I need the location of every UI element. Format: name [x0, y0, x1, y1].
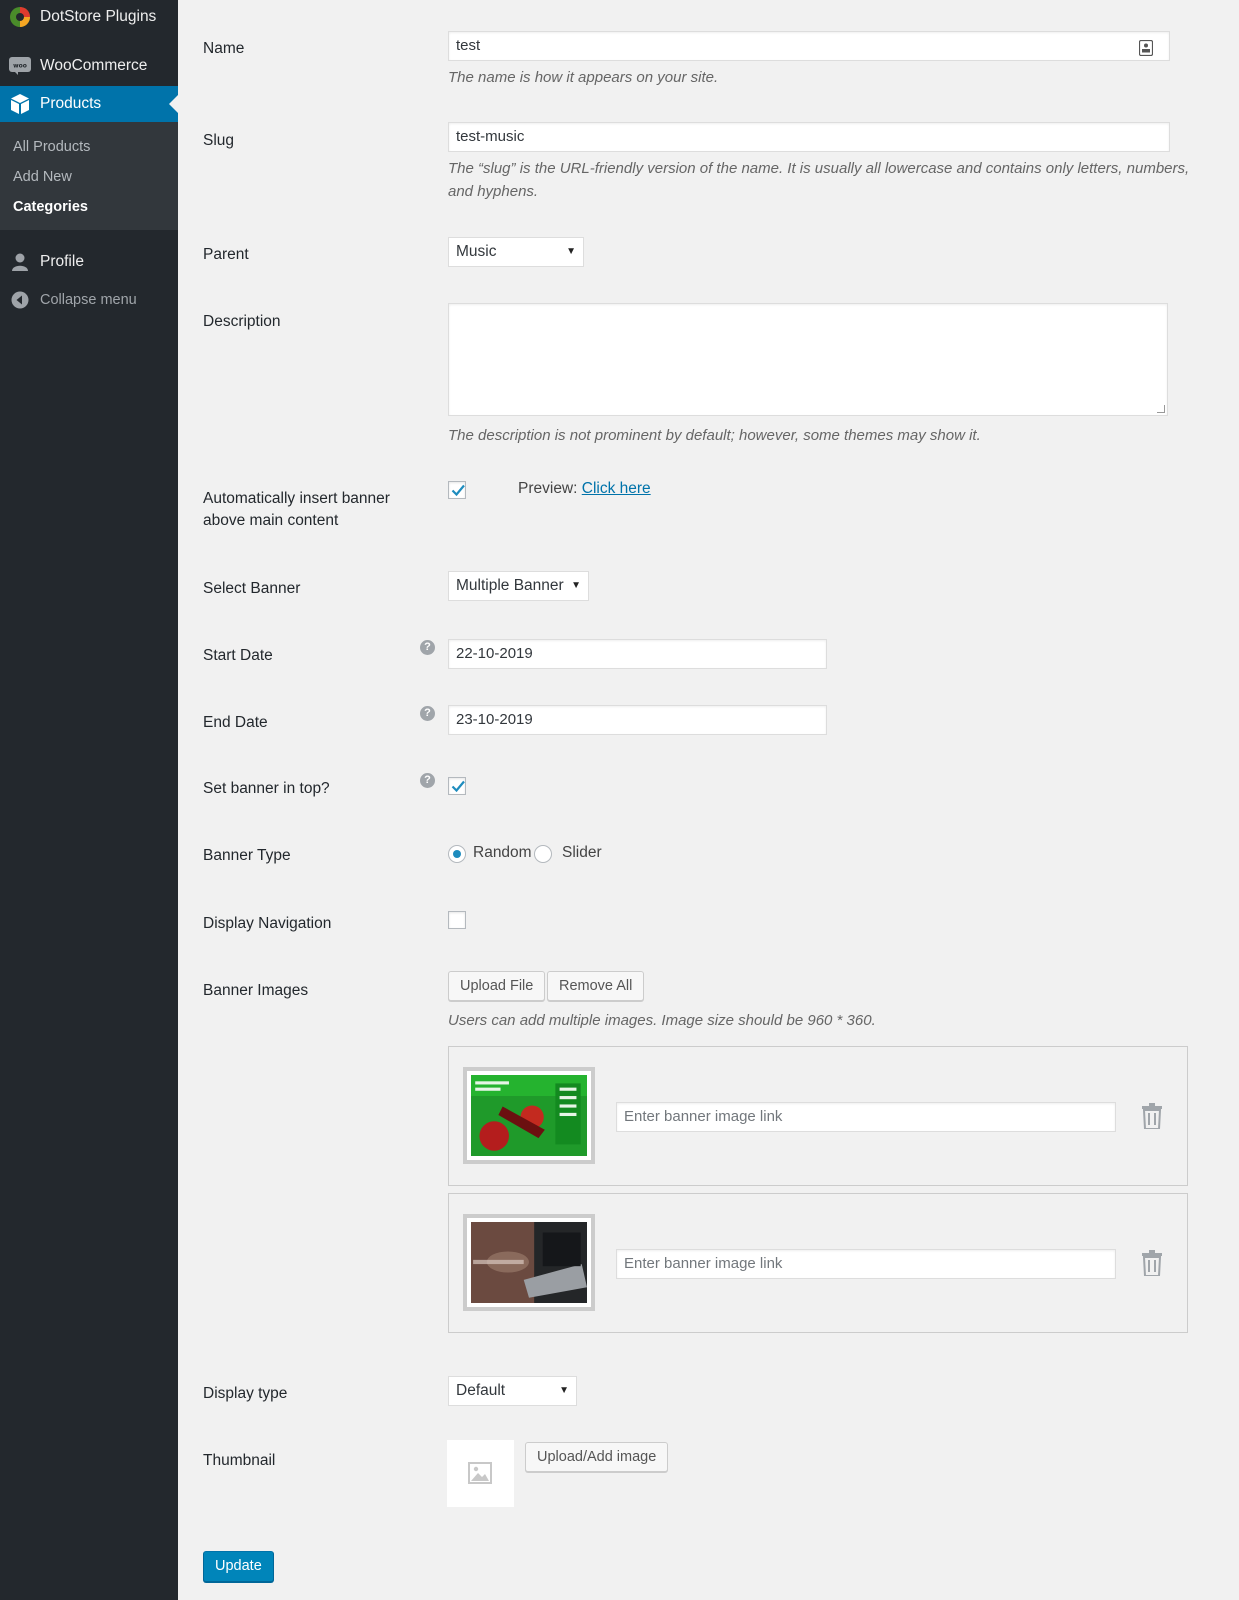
- woocommerce-icon: woo: [0, 57, 40, 75]
- menu-item-dotstore[interactable]: DotStore Plugins: [0, 0, 178, 34]
- banner-link-input[interactable]: Enter banner image link: [616, 1249, 1116, 1279]
- banner-image-item: Enter banner image link: [448, 1193, 1188, 1333]
- banner-images-help: Users can add multiple images. Image siz…: [448, 1012, 876, 1029]
- update-button[interactable]: Update: [203, 1551, 274, 1582]
- select-banner-dropdown[interactable]: Multiple Banner ▼: [448, 571, 589, 601]
- display-nav-checkbox[interactable]: [448, 911, 466, 929]
- help-icon[interactable]: ?: [420, 773, 435, 788]
- banner-thumbnail[interactable]: [463, 1067, 595, 1164]
- contact-card-icon[interactable]: [1138, 38, 1154, 66]
- banner-image-item: Enter banner image link: [448, 1046, 1188, 1186]
- start-date-label: Start Date: [203, 647, 273, 664]
- display-type-label: Display type: [203, 1385, 288, 1402]
- menu-item-woocommerce[interactable]: woo WooCommerce: [0, 48, 178, 84]
- menu-item-label: Collapse menu: [40, 292, 137, 308]
- slug-help-line-2: and hyphens.: [448, 183, 539, 200]
- dropdown-arrow-icon: ▼: [559, 1385, 569, 1396]
- name-label: Name: [203, 40, 245, 57]
- banner-top-label: Set banner in top?: [203, 780, 330, 797]
- end-date-input[interactable]: 23-10-2019: [448, 705, 827, 735]
- admin-sidebar: DotStore Plugins woo WooCommerce Product…: [0, 0, 178, 1600]
- preview-click-here-link[interactable]: Click here: [582, 480, 651, 497]
- radio-slider-label: Slider: [562, 844, 602, 861]
- name-value: test: [456, 37, 481, 54]
- menu-item-label: DotStore Plugins: [40, 8, 157, 25]
- checkmark-icon: [451, 780, 465, 793]
- preview-row: Preview: Click here: [518, 480, 651, 498]
- remove-all-button[interactable]: Remove All: [547, 971, 645, 1001]
- display-type-select[interactable]: Default ▼: [448, 1376, 577, 1406]
- parent-value: Music: [456, 243, 497, 260]
- preview-label: Preview:: [518, 480, 578, 497]
- submenu-add-new[interactable]: Add New: [0, 162, 178, 192]
- thumbnail-preview: [447, 1440, 514, 1507]
- radio-slider[interactable]: [534, 845, 552, 863]
- slug-help-line-1: The “slug” is the URL-friendly version o…: [448, 160, 1190, 177]
- end-date-label: End Date: [203, 714, 268, 731]
- banner-top-checkbox[interactable]: [448, 777, 466, 795]
- products-submenu: All Products Add New Categories: [0, 122, 178, 230]
- thumbnail-label: Thumbnail: [203, 1452, 276, 1469]
- name-help: The name is how it appears on your site.: [448, 69, 719, 86]
- trash-icon[interactable]: [1141, 1103, 1163, 1133]
- dropdown-arrow-icon: ▼: [571, 580, 581, 591]
- menu-item-label: Products: [40, 95, 102, 112]
- description-textarea[interactable]: [448, 303, 1168, 416]
- banner-image-laptop: [471, 1222, 587, 1303]
- help-icon[interactable]: ?: [420, 640, 435, 655]
- dropdown-arrow-icon: ▼: [566, 246, 576, 257]
- svg-text:woo: woo: [13, 63, 27, 70]
- radio-random[interactable]: [448, 845, 466, 863]
- name-input[interactable]: test: [448, 31, 1170, 61]
- display-type-value: Default: [456, 1382, 506, 1399]
- checkmark-icon: [451, 484, 465, 497]
- description-label: Description: [203, 313, 281, 330]
- resize-grip-icon[interactable]: [1157, 405, 1165, 413]
- slug-label: Slug: [203, 132, 235, 149]
- submenu-all-products[interactable]: All Products: [0, 132, 178, 162]
- menu-item-products[interactable]: Products: [0, 86, 178, 122]
- menu-item-profile[interactable]: Profile: [0, 244, 178, 280]
- image-placeholder-icon: [468, 1462, 492, 1484]
- display-nav-label: Display Navigation: [203, 915, 332, 932]
- user-icon: [0, 252, 40, 272]
- upload-file-button[interactable]: Upload File: [448, 971, 546, 1001]
- radio-random-label: Random: [473, 844, 532, 861]
- collapse-arrow-icon: [0, 291, 40, 309]
- banner-link-input[interactable]: Enter banner image link: [616, 1102, 1116, 1132]
- slug-input[interactable]: test-music: [448, 122, 1170, 152]
- help-icon[interactable]: ?: [420, 706, 435, 721]
- menu-item-label: WooCommerce: [40, 57, 148, 74]
- auto-banner-label-line-1: Automatically insert banner: [203, 490, 390, 507]
- banner-thumbnail[interactable]: [463, 1214, 595, 1311]
- auto-banner-label-line-2: above main content: [203, 512, 339, 529]
- banner-images-label: Banner Images: [203, 982, 309, 999]
- dotstore-logo-icon: [0, 6, 40, 28]
- banner-image-bikes: [471, 1075, 587, 1156]
- parent-select[interactable]: Music ▼: [448, 237, 584, 267]
- menu-item-label: Profile: [40, 253, 84, 270]
- description-help: The description is not prominent by defa…: [448, 427, 981, 444]
- banner-type-label: Banner Type: [203, 847, 291, 864]
- trash-icon[interactable]: [1141, 1250, 1163, 1280]
- parent-label: Parent: [203, 246, 249, 263]
- select-banner-label: Select Banner: [203, 580, 301, 597]
- submenu-categories[interactable]: Categories: [0, 192, 178, 222]
- select-banner-value: Multiple Banner: [456, 577, 564, 594]
- start-date-input[interactable]: 22-10-2019: [448, 639, 827, 669]
- collapse-menu-button[interactable]: Collapse menu: [0, 282, 178, 318]
- edit-category-form: Name test The name is how it appears on …: [178, 0, 1239, 1600]
- upload-add-image-button[interactable]: Upload/Add image: [525, 1442, 669, 1472]
- auto-banner-checkbox[interactable]: [448, 481, 466, 499]
- products-box-icon: [0, 93, 40, 115]
